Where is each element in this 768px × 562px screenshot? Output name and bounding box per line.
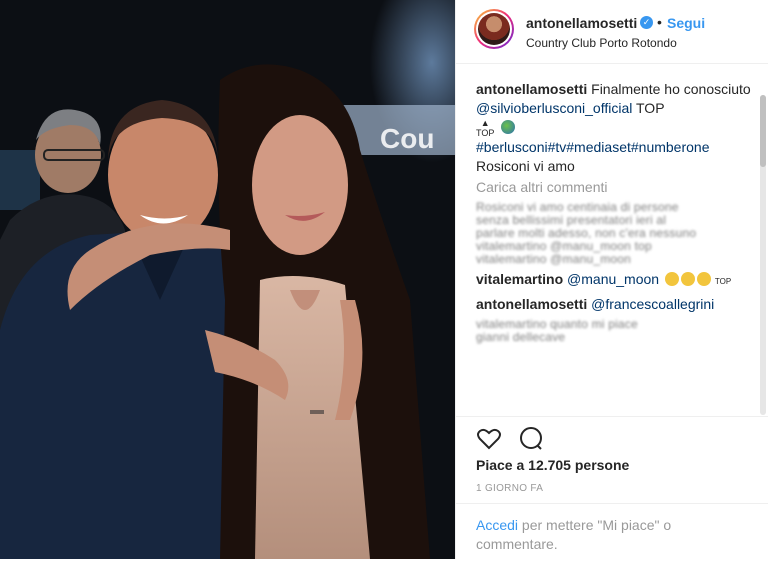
verified-badge-icon: ✓ bbox=[640, 16, 653, 29]
comment-mention[interactable]: @francescoallegrini bbox=[591, 296, 714, 312]
instagram-post-window: Cou antonellamosetti ✓ • Segui Country C… bbox=[0, 0, 768, 562]
caption-line3: Rosiconi vi amo bbox=[476, 158, 575, 174]
background-sign-text: Cou bbox=[380, 123, 434, 154]
caption-top-text: TOP bbox=[636, 100, 665, 116]
top-arrow-icon: ▲ TOP bbox=[476, 118, 495, 138]
follow-button[interactable]: Segui bbox=[667, 15, 705, 31]
avatar[interactable] bbox=[474, 9, 514, 49]
clap-icon bbox=[664, 272, 679, 286]
caption-text: Finalmente ho conosciuto bbox=[591, 81, 751, 97]
load-more-comments[interactable]: Carica altri commenti bbox=[476, 178, 756, 197]
blurred-comments-2: vitalemartino quanto mi piace gianni del… bbox=[476, 317, 638, 344]
author-username[interactable]: antonellamosetti bbox=[526, 15, 637, 31]
comments-list: antonellamosetti Finalmente ho conosciut… bbox=[476, 80, 756, 344]
post-time[interactable]: 1 GIORNO FA bbox=[476, 483, 543, 494]
post-header: antonellamosetti ✓ • Segui Country Club … bbox=[456, 0, 768, 64]
avatar-image bbox=[478, 13, 510, 45]
comment-item: antonellamosetti @francescoallegrini bbox=[476, 295, 756, 314]
separator-dot: • bbox=[657, 14, 662, 30]
globe-icon bbox=[500, 120, 515, 134]
clap-icon bbox=[680, 272, 695, 286]
comment-item: vitalemartino @manu_moon TOP bbox=[476, 270, 756, 291]
clap-icon bbox=[696, 272, 711, 286]
login-prompt: Accedi per mettere "Mi piace" o commenta… bbox=[456, 503, 768, 554]
likes-count[interactable]: Piace a 12.705 persone bbox=[476, 457, 629, 473]
heart-icon[interactable] bbox=[476, 426, 502, 452]
caption: antonellamosetti Finalmente ho conosciut… bbox=[476, 80, 756, 176]
login-link[interactable]: Accedi bbox=[476, 517, 518, 533]
caption-emojis: ▲ TOP bbox=[476, 118, 756, 138]
comment-username[interactable]: antonellamosetti bbox=[476, 296, 587, 312]
post-photo[interactable]: Cou bbox=[0, 0, 455, 559]
caption-username[interactable]: antonellamosetti bbox=[476, 81, 587, 97]
comment-username[interactable]: vitalemartino bbox=[476, 271, 563, 287]
comment-mention[interactable]: @manu_moon bbox=[567, 271, 659, 287]
comment-top: TOP bbox=[714, 277, 732, 286]
comments-scroll-thumb[interactable] bbox=[760, 95, 766, 167]
caption-mention[interactable]: @silvioberlusconi_official bbox=[476, 100, 632, 116]
blurred-comments: Rosiconi vi amo centinaia di persone sen… bbox=[476, 200, 697, 266]
post-side-panel: antonellamosetti ✓ • Segui Country Club … bbox=[455, 0, 768, 562]
caption-hashtags[interactable]: #berlusconi#tv#mediaset#numberone bbox=[476, 138, 756, 157]
location-link[interactable]: Country Club Porto Rotondo bbox=[526, 36, 677, 50]
post-actions: Piace a 12.705 persone 1 GIORNO FA Acced… bbox=[456, 416, 768, 562]
post-photo-illustration: Cou bbox=[0, 0, 455, 559]
comment-icon[interactable] bbox=[518, 426, 544, 452]
